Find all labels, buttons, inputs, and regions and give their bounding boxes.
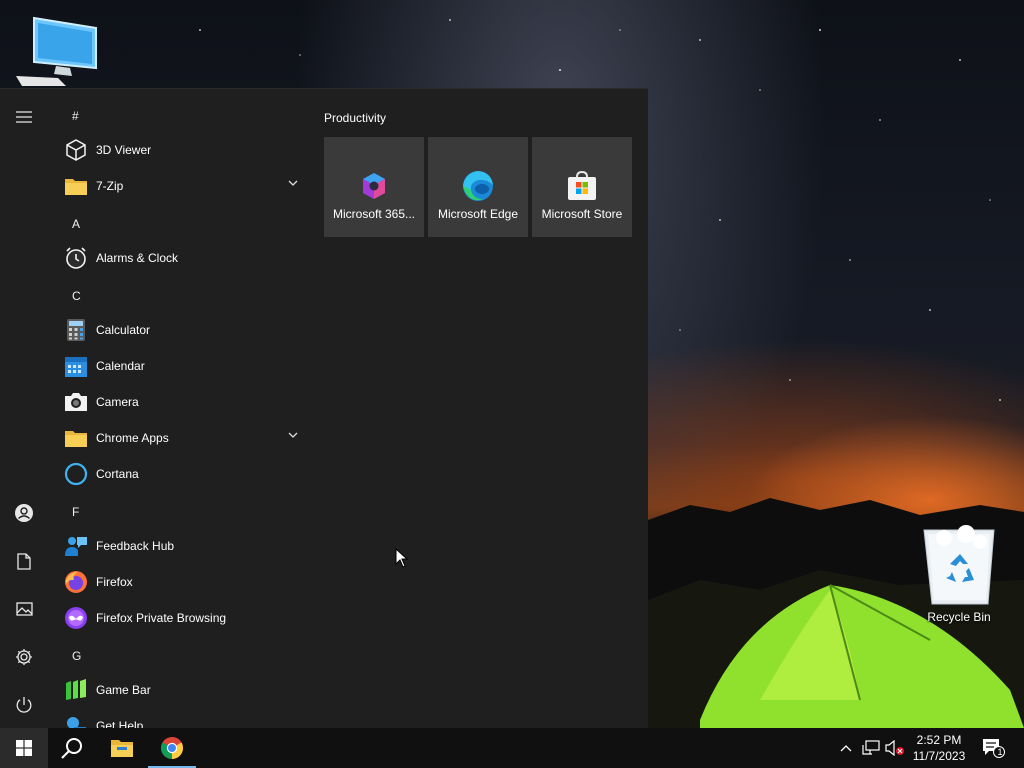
- firefox-private-icon: [63, 605, 89, 631]
- group-header-a[interactable]: A: [72, 217, 80, 231]
- app-game-bar[interactable]: Game Bar: [48, 672, 312, 708]
- store-icon: [566, 169, 598, 203]
- app-label: Alarms & Clock: [96, 251, 179, 265]
- app-firefox[interactable]: Firefox: [48, 564, 312, 600]
- chrome-icon: [161, 737, 183, 759]
- start-button[interactable]: [0, 728, 48, 768]
- clock-time: 2:52 PM: [916, 733, 962, 747]
- app-label: Feedback Hub: [96, 539, 175, 553]
- documents-button[interactable]: [0, 537, 48, 585]
- app-chrome-apps-folder[interactable]: Chrome Apps: [48, 420, 312, 456]
- group-header-f[interactable]: F: [72, 505, 79, 519]
- volume-muted-icon: [885, 740, 904, 756]
- app-camera[interactable]: Camera: [48, 384, 312, 420]
- app-label: Firefox Private Browsing: [96, 611, 227, 625]
- pictures-icon: [15, 602, 33, 616]
- app-label: Camera: [96, 395, 139, 409]
- alarm-clock-icon: [63, 245, 89, 271]
- tile-label: Microsoft Edge: [437, 207, 519, 221]
- 3d-viewer-icon: [63, 137, 89, 163]
- action-center-button[interactable]: 1: [982, 738, 1006, 758]
- mouse-pointer-icon: [395, 548, 409, 568]
- power-button[interactable]: [0, 681, 48, 729]
- tile-group-title[interactable]: Productivity: [324, 111, 386, 125]
- folder-icon: [63, 425, 89, 451]
- app-label: Chrome Apps: [96, 431, 169, 445]
- app-calendar[interactable]: Calendar: [48, 348, 312, 384]
- start-menu: # 3D Viewer 7-Zip A Alarms & Clock C Cal…: [0, 88, 648, 729]
- user-icon: [15, 504, 33, 522]
- network-icon: [862, 740, 880, 755]
- edge-icon: [461, 169, 495, 203]
- chrome-taskbar-button[interactable]: [148, 728, 196, 768]
- folder-icon: [63, 173, 89, 199]
- tile-microsoft-store[interactable]: Microsoft Store: [532, 137, 632, 237]
- app-alarms-clock[interactable]: Alarms & Clock: [48, 240, 312, 276]
- start-rail: [0, 89, 48, 729]
- chevron-up-icon: [840, 745, 852, 752]
- app-list: # 3D Viewer 7-Zip A Alarms & Clock C Cal…: [48, 89, 312, 729]
- camera-icon: [63, 389, 89, 415]
- power-icon: [16, 697, 32, 713]
- app-calculator[interactable]: Calculator: [48, 312, 312, 348]
- group-header-c[interactable]: C: [72, 289, 81, 303]
- network-button[interactable]: [861, 738, 881, 758]
- settings-button[interactable]: [0, 633, 48, 681]
- file-explorer-button[interactable]: [98, 728, 146, 768]
- this-pc-desktop-icon[interactable]: [10, 14, 100, 94]
- notification-count-badge: 1: [997, 747, 1003, 757]
- chevron-down-icon[interactable]: [288, 180, 298, 186]
- app-cortana[interactable]: Cortana: [48, 456, 312, 492]
- file-explorer-icon: [111, 740, 133, 757]
- cortana-icon: [63, 461, 89, 487]
- app-7zip-folder[interactable]: 7-Zip: [48, 168, 312, 204]
- app-label: Calendar: [96, 359, 145, 373]
- calendar-icon: [63, 353, 89, 379]
- document-icon: [17, 552, 31, 570]
- volume-button[interactable]: [885, 738, 905, 758]
- hamburger-icon: [16, 111, 32, 123]
- app-label: 3D Viewer: [96, 143, 152, 157]
- get-help-icon: [63, 713, 89, 729]
- search-button[interactable]: [48, 728, 96, 768]
- expand-menu-button[interactable]: [0, 93, 48, 141]
- account-button[interactable]: [0, 489, 48, 537]
- app-get-help[interactable]: Get Help: [48, 708, 312, 729]
- gear-icon: [16, 649, 32, 665]
- firefox-icon: [63, 569, 89, 595]
- game-bar-icon: [63, 677, 89, 703]
- recycle-bin-desktop-icon[interactable]: Recycle Bin: [914, 520, 1004, 624]
- tile-label: Microsoft 365...: [332, 207, 416, 221]
- group-header-hash[interactable]: #: [72, 109, 79, 123]
- tile-microsoft-edge[interactable]: Microsoft Edge: [428, 137, 528, 237]
- app-feedback-hub[interactable]: Feedback Hub: [48, 528, 312, 564]
- app-label: Game Bar: [96, 683, 151, 697]
- taskbar: 2:52 PM 11/7/2023 1: [0, 728, 1024, 768]
- tile-microsoft-365[interactable]: Microsoft 365...: [324, 137, 424, 237]
- app-label: Calculator: [96, 323, 151, 337]
- feedback-hub-icon: [63, 533, 89, 559]
- search-icon: [61, 738, 82, 759]
- microsoft-365-icon: [359, 169, 389, 203]
- calculator-icon: [63, 317, 89, 343]
- app-label: Firefox: [96, 575, 133, 589]
- app-3d-viewer[interactable]: 3D Viewer: [48, 132, 312, 168]
- show-hidden-icons-button[interactable]: [836, 738, 856, 758]
- app-firefox-private[interactable]: Firefox Private Browsing: [48, 600, 312, 636]
- recycle-bin-icon: [923, 525, 995, 605]
- tile-label: Microsoft Store: [541, 207, 623, 221]
- chevron-down-icon[interactable]: [288, 432, 298, 438]
- clock-date: 11/7/2023: [912, 749, 966, 763]
- group-header-g[interactable]: G: [72, 649, 81, 663]
- recycle-bin-label: Recycle Bin: [927, 610, 991, 624]
- app-label: Cortana: [96, 467, 139, 481]
- system-clock[interactable]: 2:52 PM 11/7/2023: [906, 732, 972, 764]
- windows-logo-icon: [16, 740, 32, 756]
- pictures-button[interactable]: [0, 585, 48, 633]
- app-label: 7-Zip: [96, 179, 124, 193]
- this-pc-icon: [16, 16, 97, 86]
